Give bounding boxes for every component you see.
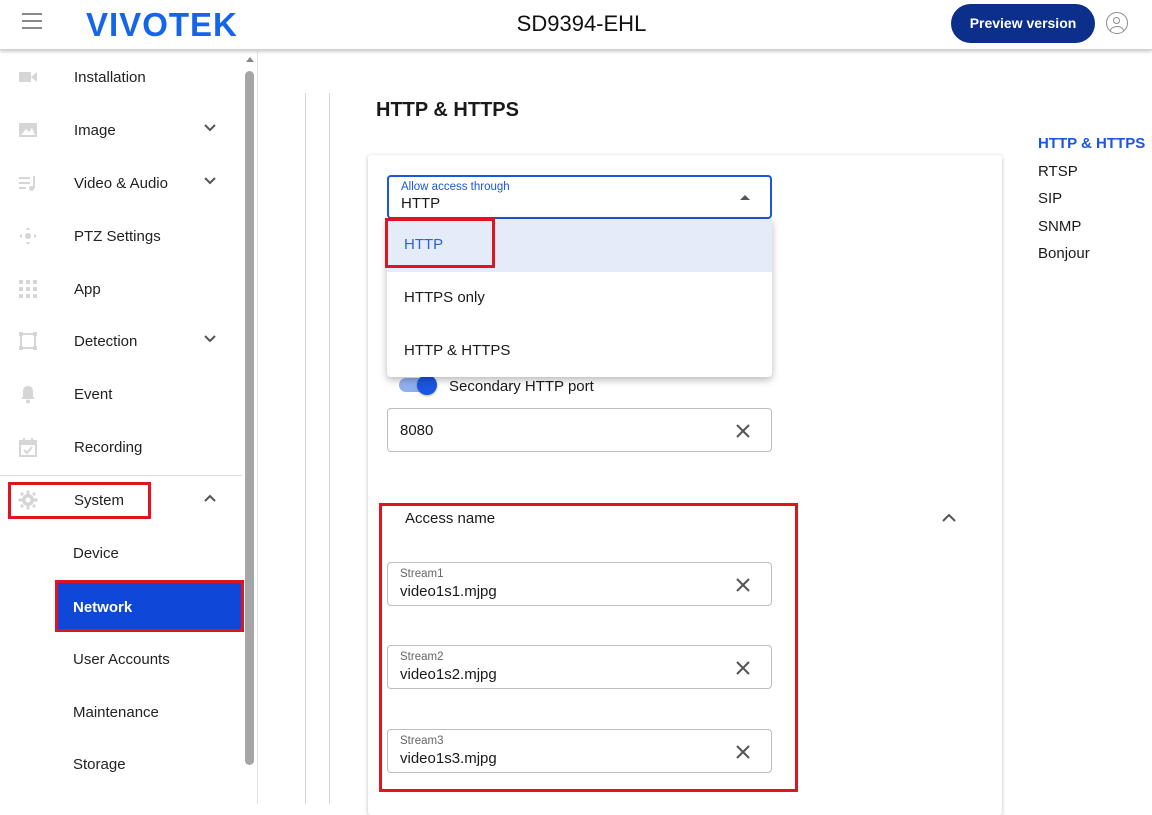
content-guide-line (305, 93, 306, 804)
user-account-icon[interactable] (1106, 12, 1128, 34)
scrollbar-thumb[interactable] (245, 71, 254, 765)
section-toc: HTTP & HTTPS RTSP SIP SNMP Bonjour (1038, 135, 1145, 273)
field-label: Stream3 (400, 735, 444, 747)
ptz-control-icon (19, 227, 37, 245)
option-label: HTTP & HTTPS (404, 342, 511, 359)
sidebar-item-label: App (74, 281, 101, 298)
field-label: Allow access through (401, 181, 510, 193)
content-guide-line (329, 93, 330, 804)
clear-icon[interactable] (733, 575, 753, 595)
toc-item-snmp[interactable]: SNMP (1038, 218, 1145, 246)
grid-apps-icon (19, 280, 37, 298)
sidebar-item-label: PTZ Settings (74, 228, 161, 245)
sidebar-subitem-device[interactable]: Device (0, 527, 242, 580)
image-icon (19, 123, 37, 137)
allow-access-select[interactable]: Allow access through HTTP (387, 175, 772, 219)
toc-item-bonjour[interactable]: Bonjour (1038, 245, 1145, 273)
bell-icon (21, 386, 35, 404)
secondary-http-port-label: Secondary HTTP port (449, 378, 594, 395)
main-content: HTTP & HTTPS Allow access through HTTP H… (258, 51, 1152, 815)
sidebar-item-label: Recording (74, 439, 143, 456)
top-bar: VIVOTEK SD9394-EHL Preview version (0, 0, 1152, 50)
field-value: video1s3.mjpg (400, 750, 497, 767)
stream1-field[interactable]: Stream1 video1s1.mjpg (387, 562, 772, 606)
sidebar-subitem-network[interactable]: Network (58, 583, 242, 629)
sidebar-item-event[interactable]: Event (0, 368, 242, 421)
chevron-down-icon[interactable] (203, 332, 217, 346)
dropdown-option-http-and-https[interactable]: HTTP & HTTPS (387, 325, 772, 378)
chevron-down-icon[interactable] (203, 174, 217, 188)
scroll-up-arrow-icon[interactable] (246, 57, 254, 62)
sidebar-subitem-label: Device (73, 545, 119, 562)
sidebar-item-image[interactable]: Image (0, 104, 242, 157)
sidebar-subitem-storage[interactable]: Storage (0, 738, 242, 791)
sidebar-item-label: System (74, 492, 125, 509)
clear-icon[interactable] (733, 658, 753, 678)
sidebar: Installation Image Video & Audio PTZ Set… (0, 51, 258, 804)
sidebar-item-installation[interactable]: Installation (0, 51, 242, 104)
video-camera-icon (19, 72, 37, 82)
option-label: HTTPS only (404, 289, 485, 306)
chevron-up-icon[interactable] (941, 511, 957, 525)
toc-item-rtsp[interactable]: RTSP (1038, 163, 1145, 191)
caret-up-icon[interactable] (740, 195, 750, 200)
sidebar-item-system[interactable]: System (0, 474, 242, 527)
sidebar-subitem-label: Maintenance (73, 704, 159, 721)
chevron-up-icon[interactable] (203, 491, 217, 505)
field-value: 8080 (400, 422, 434, 439)
stream3-field[interactable]: Stream3 video1s3.mjpg (387, 729, 772, 773)
sidebar-item-label: Video & Audio (74, 175, 168, 192)
sidebar-item-video-audio[interactable]: Video & Audio (0, 157, 242, 210)
sidebar-subitem-label: User Accounts (73, 651, 170, 668)
sidebar-scrollbar[interactable] (245, 57, 254, 804)
chevron-down-icon[interactable] (203, 121, 217, 135)
toc-item-http-https[interactable]: HTTP & HTTPS (1038, 135, 1145, 163)
secondary-port-field[interactable]: 8080 (387, 408, 772, 452)
sidebar-item-label: Detection (74, 333, 138, 350)
sidebar-item-label: Event (74, 386, 113, 403)
sidebar-subitem-maintenance[interactable]: Maintenance (0, 686, 242, 739)
preview-version-button[interactable]: Preview version (951, 4, 1095, 43)
field-label: Stream2 (400, 651, 444, 663)
calendar-check-icon (19, 438, 37, 457)
field-value: video1s1.mjpg (400, 583, 497, 600)
toc-item-sip[interactable]: SIP (1038, 190, 1145, 218)
playlist-music-icon (19, 176, 35, 191)
gear-icon (18, 490, 38, 510)
sidebar-item-app[interactable]: App (0, 263, 242, 316)
sidebar-item-label: Image (74, 122, 116, 139)
option-label: HTTP (404, 236, 444, 253)
access-name-title: Access name (405, 510, 496, 527)
sidebar-subitem-label: Storage (73, 756, 126, 773)
dropdown-option-https-only[interactable]: HTTPS only (387, 272, 772, 325)
sidebar-subitem-user-accounts[interactable]: User Accounts (0, 633, 242, 686)
access-options-dropdown: HTTP HTTPS only HTTP & HTTPS (387, 219, 772, 377)
sidebar-item-detection[interactable]: Detection (0, 315, 242, 368)
sidebar-item-recording[interactable]: Recording (0, 421, 242, 474)
dropdown-option-http[interactable]: HTTP (387, 219, 772, 272)
secondary-http-port-toggle[interactable] (399, 375, 439, 395)
field-value: HTTP (401, 195, 441, 212)
clear-icon[interactable] (733, 742, 753, 762)
field-label: Stream1 (400, 568, 444, 580)
detection-frame-icon (19, 332, 37, 350)
clear-icon[interactable] (733, 421, 753, 441)
sidebar-item-label: Installation (74, 69, 146, 86)
sidebar-item-ptz-settings[interactable]: PTZ Settings (0, 210, 242, 263)
sidebar-subitem-label: Network (73, 599, 133, 616)
section-title: HTTP & HTTPS (376, 99, 519, 121)
stream2-field[interactable]: Stream2 video1s2.mjpg (387, 645, 772, 689)
field-value: video1s2.mjpg (400, 666, 497, 683)
toggle-knob (417, 375, 437, 395)
